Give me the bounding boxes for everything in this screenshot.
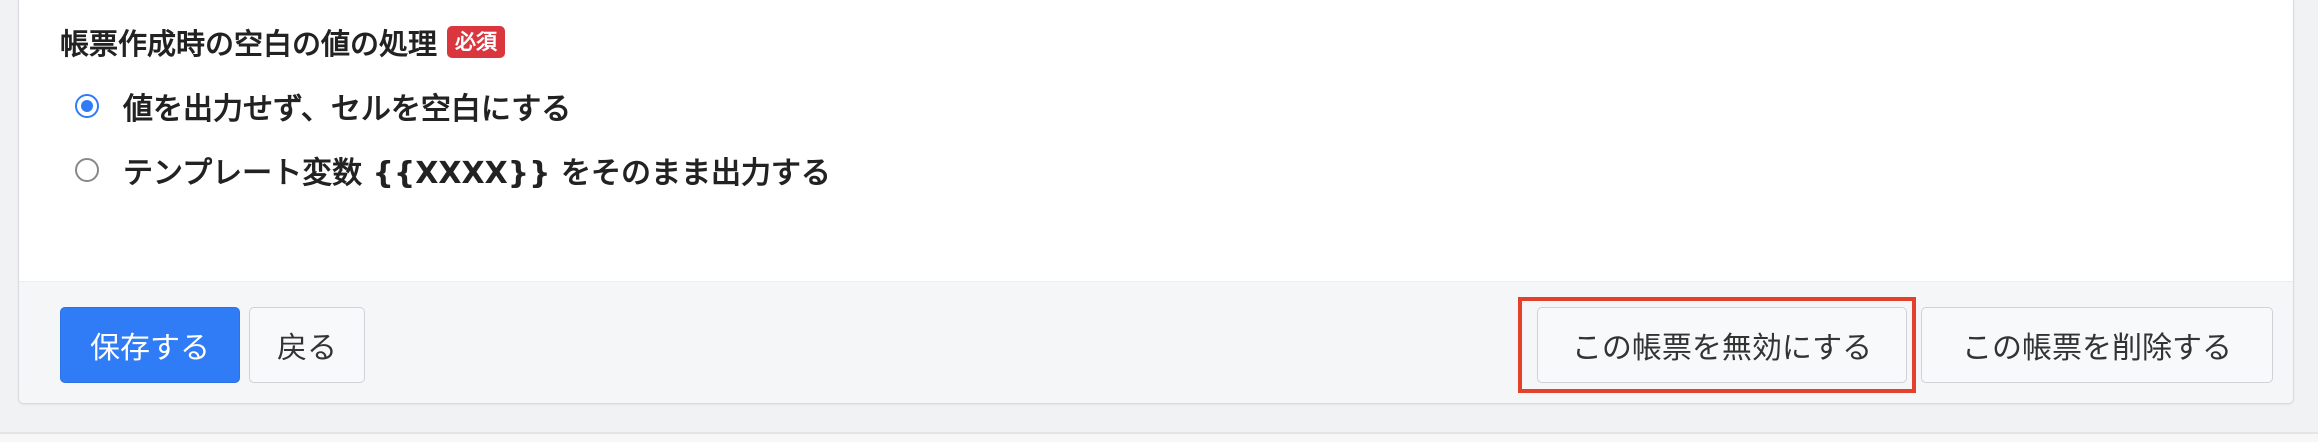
back-button[interactable]: 戻る [249, 307, 365, 383]
disable-report-button[interactable]: この帳票を無効にする [1537, 307, 1907, 383]
required-badge: 必須 [447, 26, 506, 58]
radio-button-checked[interactable] [75, 94, 99, 118]
option-output-template-variable-label: テンプレート変数 {{XXXX}} をそのまま出力する [123, 156, 831, 191]
section-title: 帳票作成時の空白の値の処理 必須 [60, 22, 506, 62]
delete-report-button[interactable]: この帳票を削除する [1921, 307, 2273, 383]
save-button[interactable]: 保存する [60, 307, 240, 383]
page-bottom-edge [0, 432, 2318, 442]
radio-button-unchecked[interactable] [75, 158, 99, 182]
option-blank-cell[interactable]: 値を出力せず、セルを空白にする [75, 84, 571, 128]
form-footer: 保存する 戻る この帳票を無効にする この帳票を削除する [19, 281, 2293, 403]
option-output-template-variable[interactable]: テンプレート変数 {{XXXX}} をそのまま出力する [75, 148, 831, 192]
section-title-text: 帳票作成時の空白の値の処理 [60, 27, 438, 61]
settings-card: 帳票作成時の空白の値の処理 必須 値を出力せず、セルを空白にする テンプレート変… [18, 0, 2294, 404]
option-blank-cell-label: 値を出力せず、セルを空白にする [123, 92, 572, 127]
